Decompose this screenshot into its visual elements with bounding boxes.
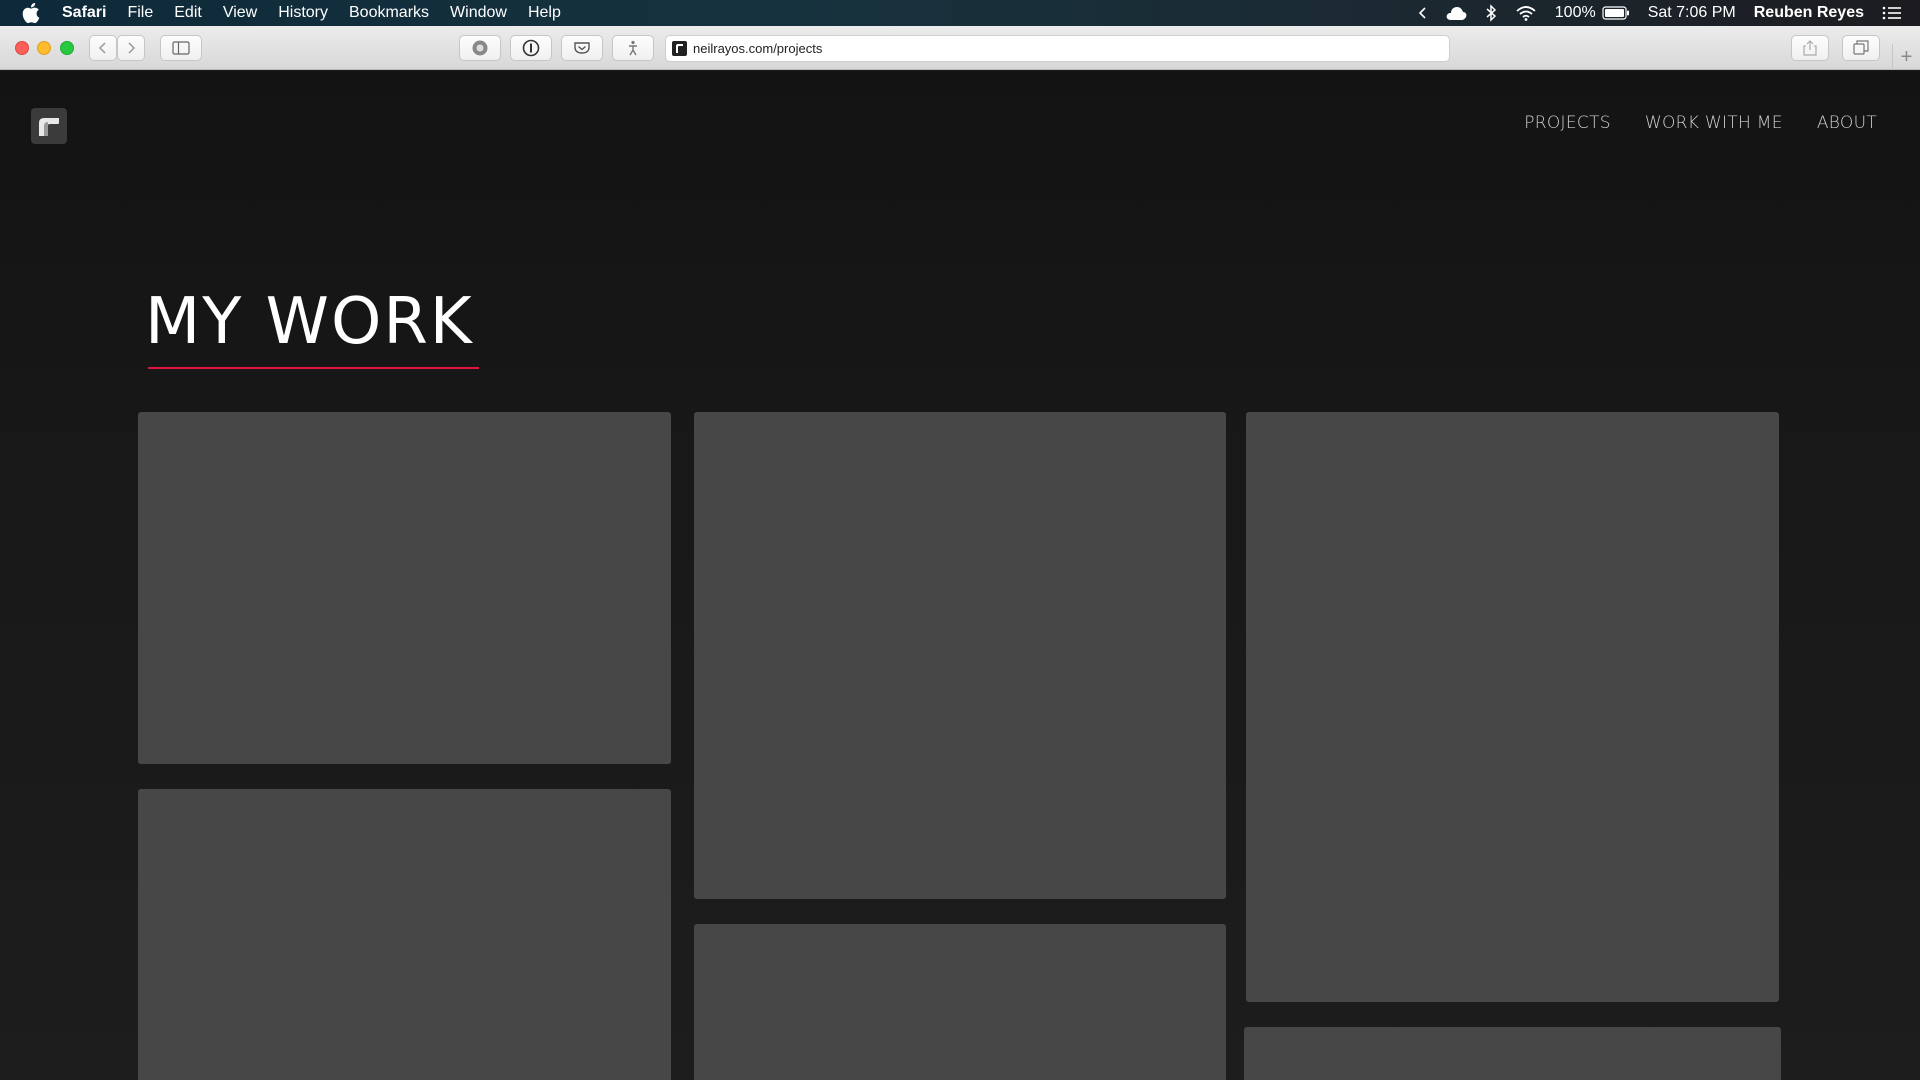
- address-bar[interactable]: neilrayos.com/projects: [665, 35, 1450, 62]
- project-card[interactable]: [694, 412, 1226, 899]
- back-button[interactable]: [89, 35, 117, 61]
- sidebar-toggle-button[interactable]: [160, 35, 202, 61]
- page-title: MY WORK: [145, 285, 474, 359]
- project-card[interactable]: [1244, 1027, 1781, 1080]
- project-card[interactable]: [138, 412, 671, 764]
- web-page: PROJECTS WORK WITH ME ABOUT MY WORK: [0, 71, 1920, 1080]
- nav-about[interactable]: ABOUT: [1817, 113, 1877, 133]
- title-underline: [148, 367, 479, 369]
- password-manager-icon: [522, 39, 540, 57]
- nav-work-with-me[interactable]: WORK WITH ME: [1645, 113, 1783, 133]
- menu-history[interactable]: History: [278, 0, 328, 26]
- zoom-window-button[interactable]: [60, 41, 74, 55]
- close-window-button[interactable]: [15, 41, 29, 55]
- menu-file[interactable]: File: [127, 0, 153, 26]
- apple-menu-icon[interactable]: [22, 3, 42, 23]
- user-name[interactable]: Reuben Reyes: [1754, 4, 1864, 22]
- wifi-icon[interactable]: [1515, 5, 1537, 21]
- bluetooth-icon[interactable]: [1485, 4, 1497, 22]
- nav-projects[interactable]: PROJECTS: [1524, 113, 1611, 133]
- battery-icon[interactable]: [1602, 6, 1630, 20]
- new-tab-button[interactable]: +: [1892, 44, 1920, 70]
- menu-app-safari[interactable]: Safari: [62, 0, 106, 26]
- forward-button[interactable]: [117, 35, 145, 61]
- menu-window[interactable]: Window: [450, 0, 507, 26]
- logo-icon: [39, 118, 59, 136]
- minimize-window-button[interactable]: [37, 41, 51, 55]
- cloud-icon[interactable]: [1445, 5, 1467, 21]
- extension-button-1[interactable]: [459, 35, 501, 61]
- clock[interactable]: Sat 7:06 PM: [1648, 4, 1736, 22]
- site-logo[interactable]: [31, 108, 67, 144]
- site-favicon-icon: [672, 41, 687, 56]
- tabs-icon: [1853, 40, 1869, 55]
- project-card[interactable]: [694, 924, 1226, 1080]
- share-icon: [1803, 40, 1817, 56]
- chevron-left-icon[interactable]: [1418, 7, 1427, 19]
- sidebar-icon: [172, 41, 190, 55]
- project-card[interactable]: [138, 789, 671, 1080]
- plus-icon: +: [1900, 45, 1913, 68]
- extension-button-2[interactable]: [612, 35, 654, 61]
- project-card[interactable]: [1246, 412, 1779, 1002]
- share-button[interactable]: [1791, 35, 1829, 61]
- tab-overview-button[interactable]: [1842, 35, 1880, 61]
- pocket-button[interactable]: [561, 35, 603, 61]
- chevron-right-icon: [128, 42, 136, 54]
- url-text: neilrayos.com/projects: [693, 41, 823, 56]
- password-manager-button[interactable]: [510, 35, 552, 61]
- menu-help[interactable]: Help: [528, 0, 561, 26]
- notification-center-icon[interactable]: [1882, 6, 1902, 20]
- menu-edit[interactable]: Edit: [174, 0, 202, 26]
- battery-percent: 100%: [1554, 4, 1596, 21]
- chevron-left-icon: [98, 42, 106, 54]
- browser-toolbar: neilrayos.com/projects +: [0, 26, 1920, 70]
- menu-view[interactable]: View: [223, 0, 257, 26]
- accessibility-icon: [629, 40, 637, 56]
- site-nav: PROJECTS WORK WITH ME ABOUT: [1490, 113, 1877, 133]
- menu-bookmarks[interactable]: Bookmarks: [349, 0, 429, 26]
- extension-icon: [472, 40, 488, 56]
- menu-bar: Safari File Edit View History Bookmarks …: [0, 0, 1920, 26]
- pocket-icon: [574, 42, 590, 54]
